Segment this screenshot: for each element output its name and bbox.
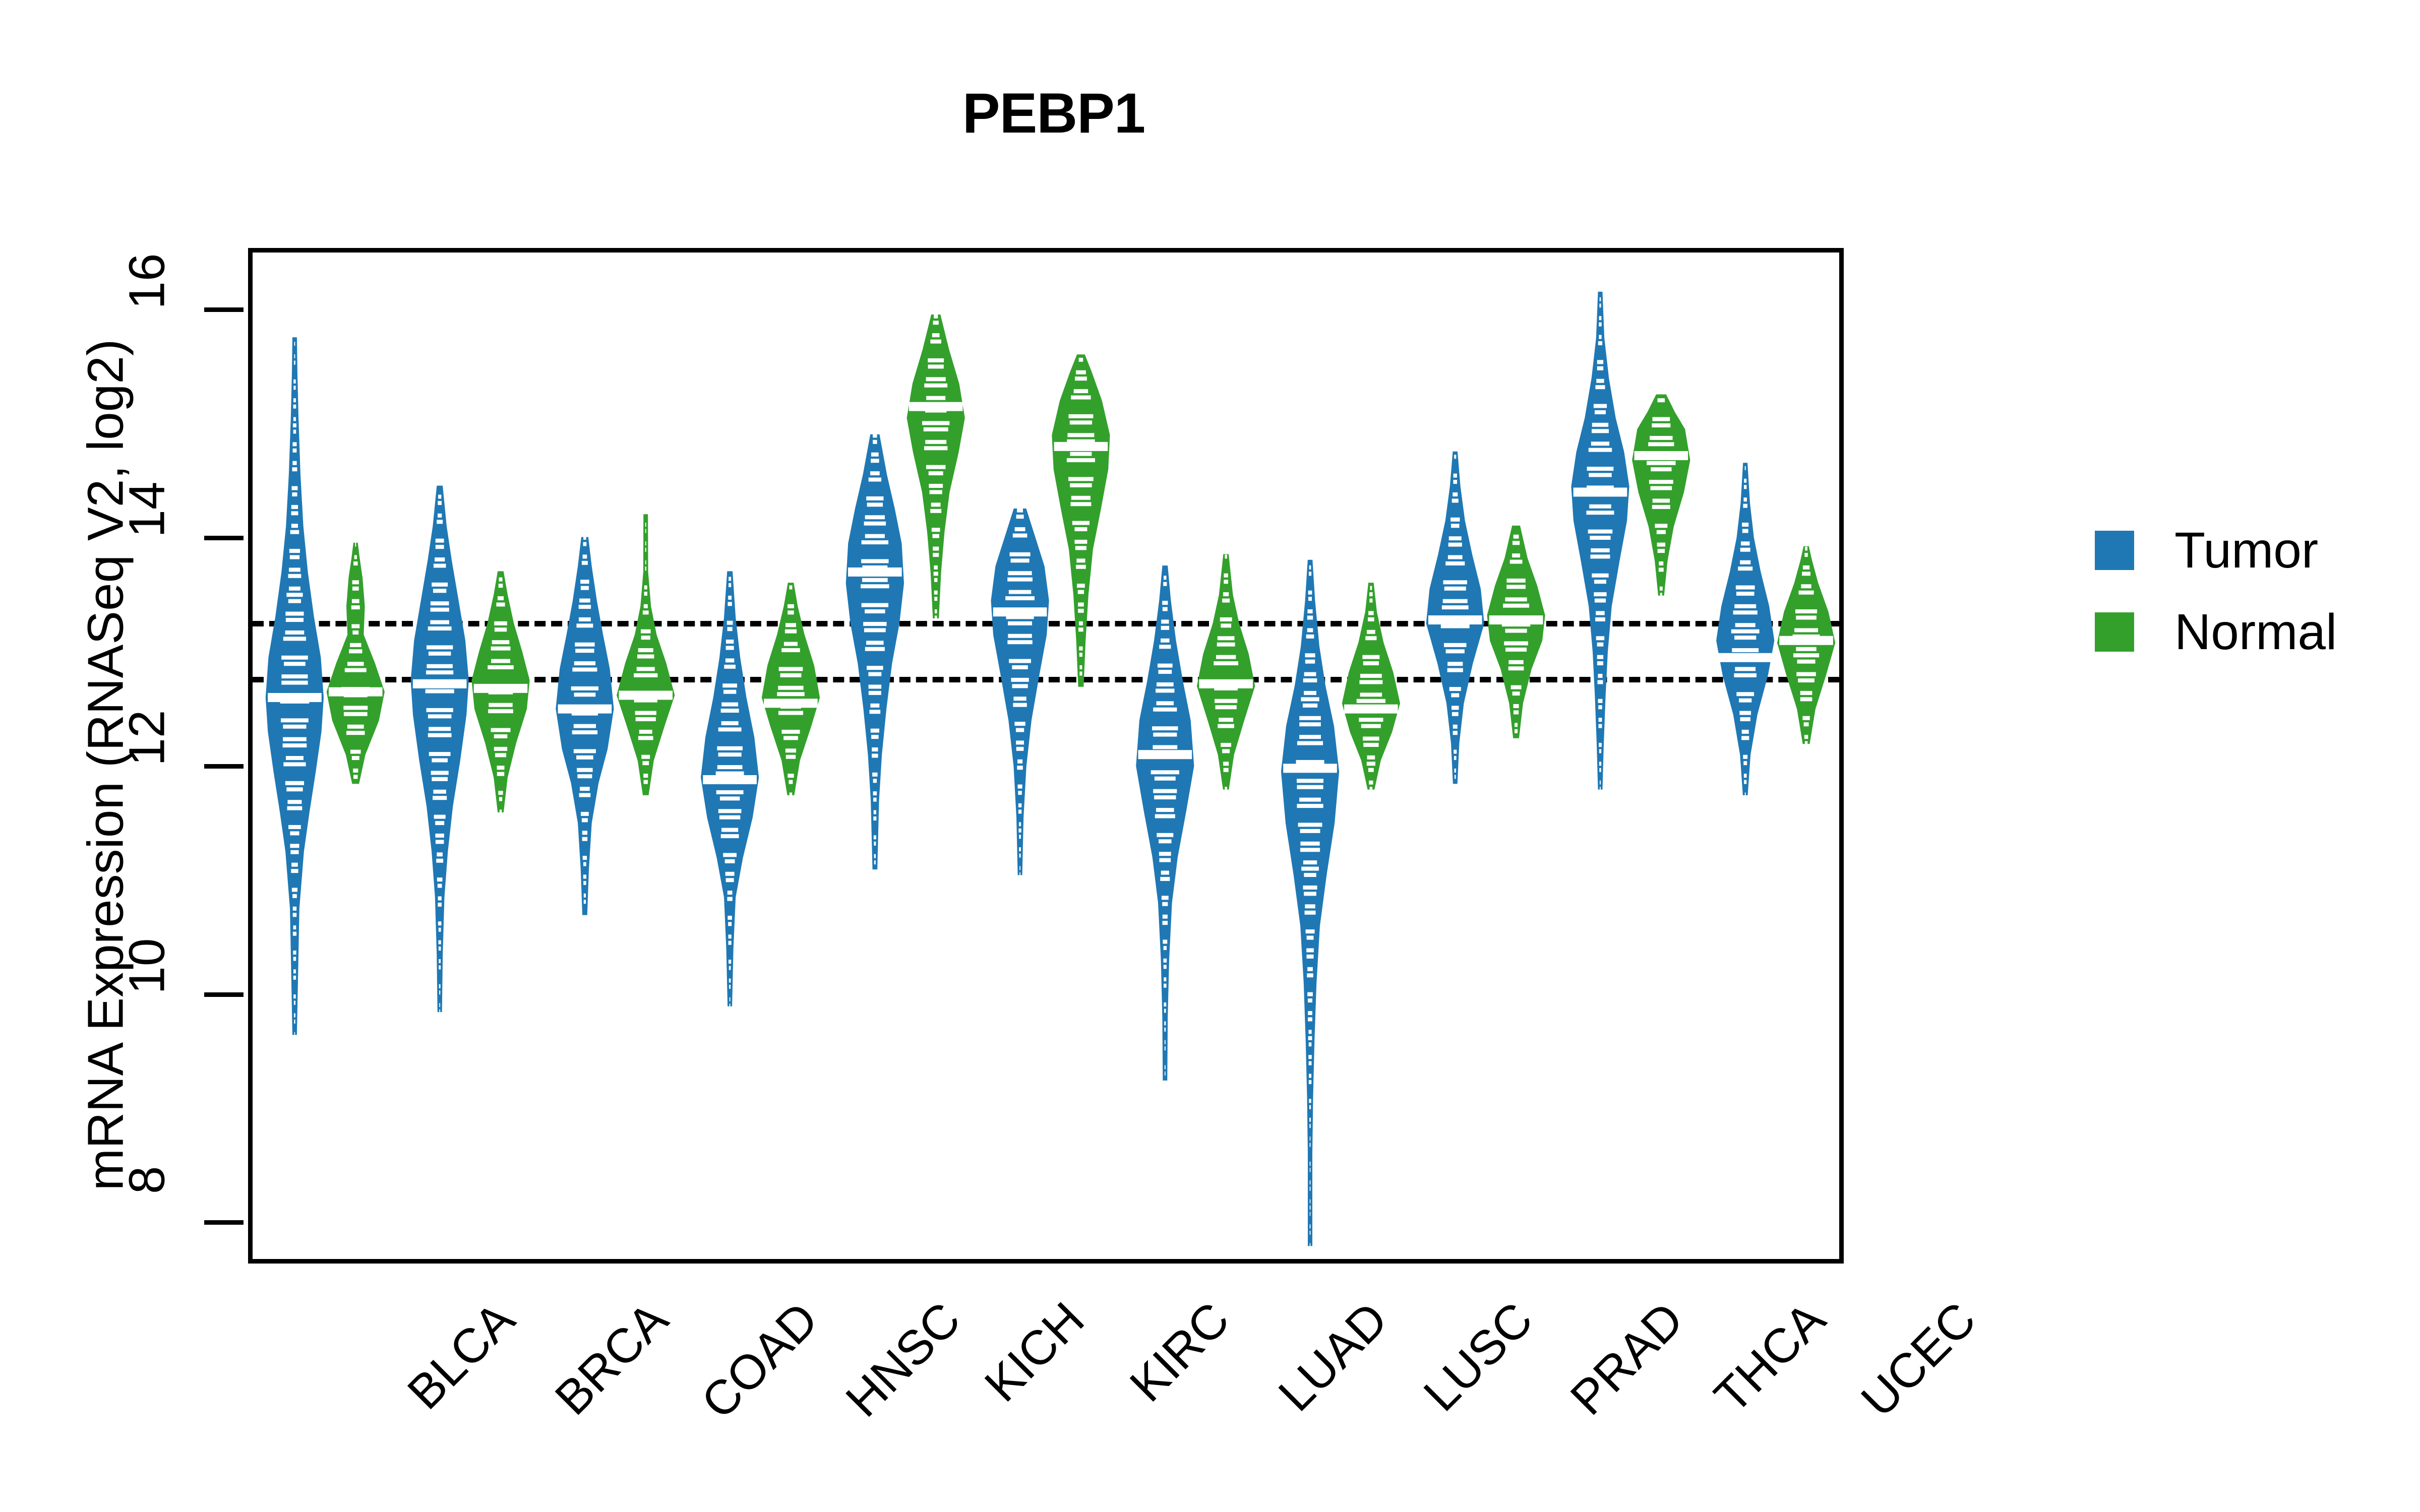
violin-tumor-kirc[interactable] [991,508,1049,876]
y-axis-tick [204,536,244,540]
y-axis-tick-label: 12 [118,710,175,766]
x-axis-tick-label-blca: BLCA [397,1292,525,1420]
y-axis-tick-label: 14 [118,481,175,538]
violin-normal-hnsc[interactable] [761,583,820,797]
y-axis-tick [204,764,244,769]
y-axis-tick [204,307,244,312]
violin-tumor-lusc[interactable] [1281,559,1340,1247]
x-axis-tick-label-ucec: UCEC [1851,1292,1986,1427]
violin-tumor-thca[interactable] [1571,291,1629,791]
x-axis-tick-label-brca: BRCA [544,1292,678,1425]
legend: Tumor Normal [2095,524,2337,687]
violin-tumor-prad[interactable] [1426,451,1484,784]
x-axis-tick-label-luad: LUAD [1268,1292,1398,1422]
violin-normal-coad[interactable] [617,514,675,795]
legend-label: Tumor [2174,522,2319,579]
violin-normal-kirc[interactable] [1052,354,1110,687]
violin-tumor-blca[interactable] [265,337,324,1036]
x-axis-tick-label-kich: KICH [974,1292,1095,1412]
violin-swarm-canvas [265,291,1836,1247]
x-axis-tick-label-lusc: LUSC [1413,1292,1543,1422]
legend-label: Normal [2174,604,2337,660]
chart-root: PEBP1 mRNA Expression (RNASeq V2, log2) … [0,0,2420,1512]
violin-tumor-brca[interactable] [410,485,469,1014]
y-axis-tick-label: 16 [118,253,175,309]
violin-normal-kich[interactable] [906,314,965,620]
page-title: PEBP1 [962,82,1145,145]
violin-normal-blca[interactable] [326,542,385,784]
violin-normal-ucec[interactable] [1777,546,1836,745]
plot-area [204,248,1844,1264]
violin-normal-brca[interactable] [471,571,530,814]
violin-normal-thca[interactable] [1632,394,1690,597]
y-axis-tick [204,992,244,997]
legend-item-normal[interactable]: Normal [2095,606,2337,658]
violin-tumor-coad[interactable] [556,536,614,915]
x-axis-tick-label-prad: PRAD [1560,1292,1693,1425]
violin-normal-prad[interactable] [1487,525,1545,738]
violin-normal-luad[interactable] [1196,554,1255,791]
legend-item-tumor[interactable]: Tumor [2095,524,2337,577]
x-axis-tick-label-thca: THCA [1704,1292,1836,1424]
x-axis-tick-label-coad: COAD [691,1292,829,1429]
violin-tumor-kich[interactable] [845,433,904,870]
legend-swatch-normal-icon [2095,612,2134,652]
violin-tumor-ucec[interactable] [1716,463,1775,797]
y-axis-tick [204,1220,244,1225]
plot-inner [204,253,1839,1259]
x-axis-tick-label-kirc: KIRC [1119,1292,1240,1412]
violin-tumor-hnsc[interactable] [700,571,759,1008]
violin-normal-lusc[interactable] [1342,583,1401,791]
legend-swatch-tumor-icon [2095,531,2134,570]
y-axis-tick-label: 10 [118,938,175,994]
x-axis-tick-label-hnsc: HNSC [835,1292,971,1427]
y-axis-tick-label: 8 [118,1166,175,1194]
violin-tumor-luad[interactable] [1136,565,1194,1081]
